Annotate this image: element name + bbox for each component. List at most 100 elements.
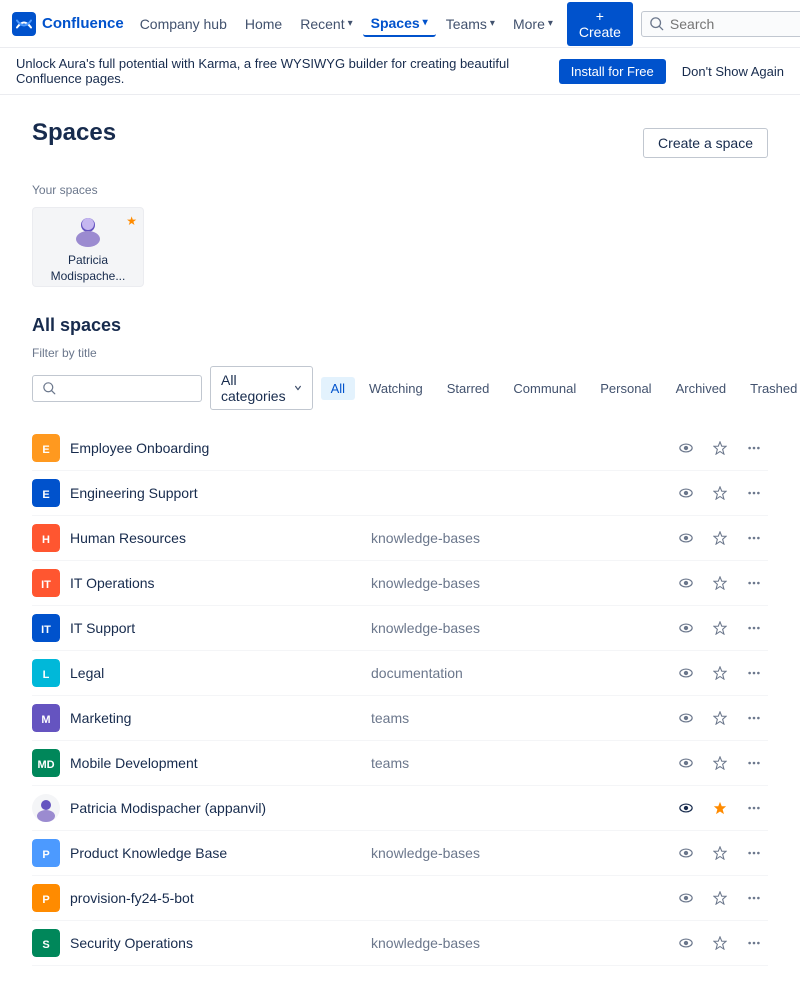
more-options-button[interactable] [740, 929, 768, 957]
watch-button[interactable] [672, 884, 700, 912]
eye-icon [679, 846, 693, 860]
navbar: Confluence Company hub Home Recent ▾ Spa… [0, 0, 800, 48]
list-item[interactable]: MMarketingteams [32, 696, 768, 741]
more-options-button[interactable] [740, 524, 768, 552]
eye-icon [679, 441, 693, 455]
space-category: teams [371, 755, 662, 771]
star-button[interactable] [706, 569, 734, 597]
watch-button[interactable] [672, 839, 700, 867]
space-actions [672, 569, 768, 597]
tab-trashed[interactable]: Trashed [740, 377, 800, 400]
more-options-button[interactable] [740, 659, 768, 687]
list-item[interactable]: LLegaldocumentation [32, 651, 768, 696]
watch-button[interactable] [672, 569, 700, 597]
space-name: Security Operations [70, 935, 361, 951]
star-button[interactable] [706, 524, 734, 552]
watch-button[interactable] [672, 749, 700, 777]
tab-archived[interactable]: Archived [666, 377, 737, 400]
space-card-patricia[interactable]: ★ Patricia Modispache... [32, 207, 144, 287]
star-button[interactable] [706, 794, 734, 822]
your-spaces-list: ★ Patricia Modispache... [32, 207, 768, 287]
star-button[interactable] [706, 614, 734, 642]
nav-recent[interactable]: Recent ▾ [292, 12, 360, 36]
space-name: Product Knowledge Base [70, 845, 361, 861]
space-name: Mobile Development [70, 755, 361, 771]
categories-dropdown[interactable]: All categories [210, 366, 313, 410]
filter-input[interactable] [62, 381, 191, 396]
star-button[interactable] [706, 929, 734, 957]
create-space-button[interactable]: Create a space [643, 128, 768, 158]
tab-all[interactable]: All [321, 377, 355, 400]
more-options-button[interactable] [740, 479, 768, 507]
star-icon [713, 846, 727, 860]
list-item[interactable]: SSecurity Operationsknowledge-bases [32, 921, 768, 966]
watch-button[interactable] [672, 929, 700, 957]
list-item[interactable]: HHuman Resourcesknowledge-bases [32, 516, 768, 561]
list-item[interactable]: Pprovision-fy24-5-bot [32, 876, 768, 921]
tab-communal[interactable]: Communal [503, 377, 586, 400]
svg-text:E: E [42, 489, 49, 501]
star-button[interactable] [706, 704, 734, 732]
list-item[interactable]: MD Mobile Development teams [32, 741, 768, 786]
more-options-button[interactable] [740, 704, 768, 732]
tab-personal[interactable]: Personal [590, 377, 661, 400]
list-item[interactable]: PProduct Knowledge Baseknowledge-bases [32, 831, 768, 876]
list-item[interactable]: EEmployee Onboarding [32, 426, 768, 471]
list-item[interactable]: Patricia Modispacher (appanvil) [32, 786, 768, 831]
watch-button[interactable] [672, 434, 700, 462]
star-button[interactable] [706, 839, 734, 867]
more-options-button[interactable] [740, 434, 768, 462]
watch-button[interactable] [672, 524, 700, 552]
more-options-button[interactable] [740, 839, 768, 867]
search-input[interactable] [670, 16, 790, 32]
watch-button[interactable] [672, 704, 700, 732]
svg-text:S: S [42, 939, 49, 951]
star-button[interactable] [706, 884, 734, 912]
star-button[interactable] [706, 659, 734, 687]
eye-icon [679, 711, 693, 725]
create-button[interactable]: + Create [567, 2, 633, 46]
space-actions [672, 524, 768, 552]
star-icon [713, 576, 727, 590]
star-button[interactable] [706, 434, 734, 462]
nav-home[interactable]: Home [237, 12, 290, 36]
watch-button[interactable] [672, 659, 700, 687]
confluence-logo-text: Confluence [42, 15, 124, 32]
star-button[interactable] [706, 479, 734, 507]
star-icon [713, 801, 727, 815]
dismiss-banner-button[interactable]: Don't Show Again [682, 59, 784, 84]
watch-button[interactable] [672, 614, 700, 642]
list-item[interactable]: ITIT Operationsknowledge-bases [32, 561, 768, 606]
more-options-button[interactable] [740, 794, 768, 822]
watch-button[interactable] [672, 794, 700, 822]
filter-search-box[interactable] [32, 375, 202, 402]
svg-text:P: P [42, 894, 49, 906]
svg-text:MD: MD [37, 759, 54, 771]
watch-button[interactable] [672, 479, 700, 507]
space-name: IT Support [70, 620, 361, 636]
space-name: Marketing [70, 710, 361, 726]
tab-watching[interactable]: Watching [359, 377, 433, 400]
more-options-button[interactable] [740, 884, 768, 912]
space-actions [672, 704, 768, 732]
more-options-button[interactable] [740, 749, 768, 777]
star-button[interactable] [706, 749, 734, 777]
ellipsis-icon [747, 846, 761, 860]
more-options-button[interactable] [740, 569, 768, 597]
list-item[interactable]: EEngineering Support [32, 471, 768, 516]
install-button[interactable]: Install for Free [559, 59, 666, 84]
svg-text:IT: IT [41, 579, 51, 591]
tab-starred[interactable]: Starred [437, 377, 500, 400]
nav-company-hub[interactable]: Company hub [132, 12, 235, 36]
svg-text:H: H [42, 534, 50, 546]
list-item[interactable]: ITIT Supportknowledge-bases [32, 606, 768, 651]
space-icon: MD [32, 749, 60, 777]
space-icon: IT [32, 569, 60, 597]
nav-spaces[interactable]: Spaces ▾ [363, 11, 436, 37]
nav-search-box[interactable] [641, 11, 800, 37]
nav-logo[interactable]: Confluence [12, 12, 124, 36]
eye-icon [679, 666, 693, 680]
nav-more[interactable]: More ▾ [505, 12, 561, 36]
nav-teams[interactable]: Teams ▾ [438, 12, 503, 36]
more-options-button[interactable] [740, 614, 768, 642]
